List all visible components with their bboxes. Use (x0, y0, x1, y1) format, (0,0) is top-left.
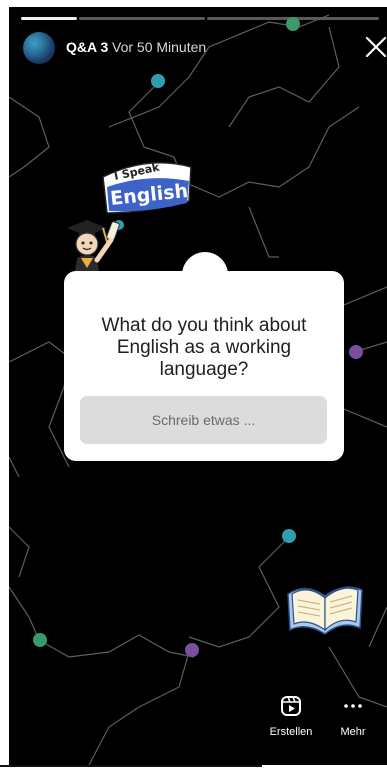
story-viewer: I Speak English Q&A 3 Vor 50 Minuten Wha… (9, 7, 387, 765)
bottom-divider (0, 765, 262, 767)
story-timestamp: Vor 50 Minuten (112, 39, 207, 55)
more-icon (344, 704, 362, 708)
story-title[interactable]: Q&A 3 (66, 39, 108, 55)
avatar[interactable] (23, 32, 55, 64)
question-text: What do you think about English as a wor… (101, 315, 307, 380)
answer-input[interactable] (80, 396, 327, 444)
create-button[interactable]: Erstellen (263, 693, 319, 738)
more-button-label: Mehr (340, 726, 366, 738)
close-button[interactable] (363, 34, 387, 60)
open-book-sticker (284, 572, 366, 642)
create-button-label: Erstellen (269, 726, 313, 738)
reels-icon (281, 696, 301, 716)
close-icon (365, 36, 387, 58)
more-button[interactable]: Mehr (333, 693, 373, 738)
